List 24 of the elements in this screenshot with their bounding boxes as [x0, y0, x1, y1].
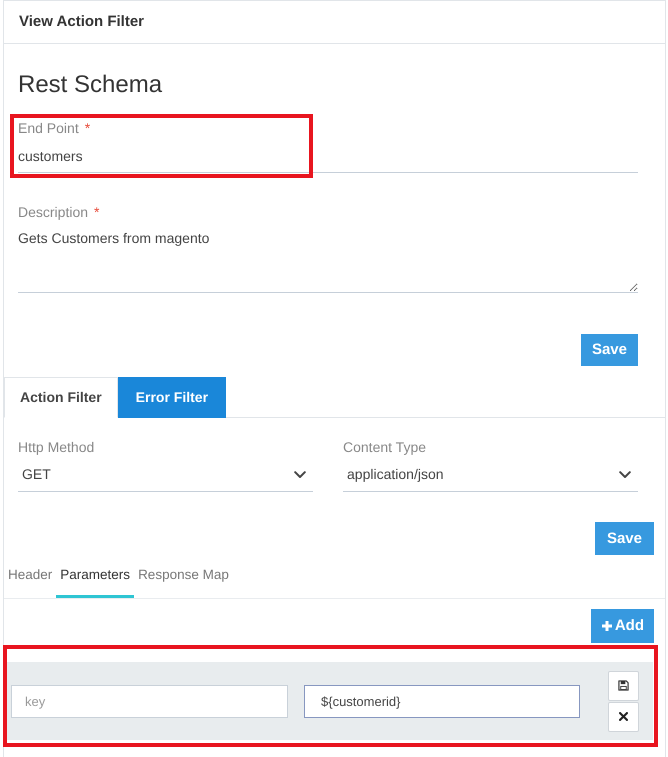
tab[interactable]: Action Filter	[4, 377, 118, 418]
tab[interactable]: Error Filter	[118, 377, 226, 418]
value-field[interactable]: ${customerid}	[304, 684, 580, 718]
close-icon	[619, 712, 628, 721]
save-button[interactable]	[608, 670, 639, 700]
section-heading: Rest Schema	[18, 70, 164, 100]
tab[interactable]: Response Map	[134, 555, 233, 598]
delete-button[interactable]	[608, 702, 639, 732]
dropdown[interactable]: GET	[18, 458, 313, 492]
end-point-field[interactable]: customers	[18, 140, 638, 173]
required-asterisk: *	[94, 204, 100, 220]
field-label: End Point	[18, 120, 79, 136]
key-field[interactable]: key	[11, 684, 288, 718]
dropdown[interactable]: application/json	[343, 458, 638, 492]
field-label: Description	[18, 204, 88, 220]
chevron-down-icon	[619, 470, 631, 478]
tab[interactable]: Header	[4, 555, 56, 598]
tab[interactable]: Parameters	[56, 555, 134, 598]
required-asterisk: *	[84, 120, 90, 136]
field-label: Content Type	[343, 439, 426, 455]
chevron-down-icon	[294, 470, 306, 478]
plus-icon	[600, 620, 613, 632]
field-label: Http Method	[18, 439, 94, 455]
card-title: View Action Filter	[19, 12, 144, 32]
